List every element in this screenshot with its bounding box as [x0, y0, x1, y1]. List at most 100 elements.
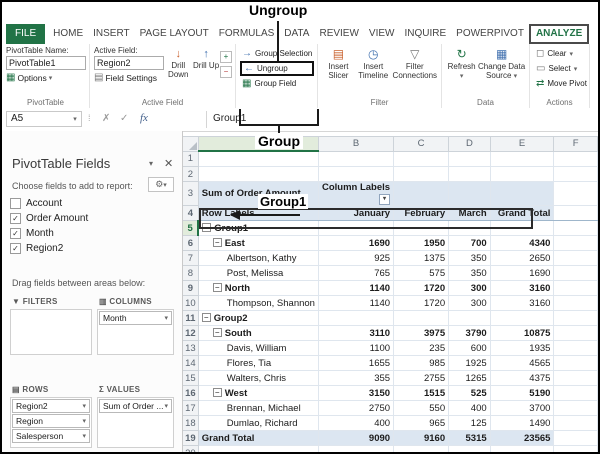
cell-C7[interactable]: 1375 [393, 250, 450, 266]
cell-A11[interactable]: − Group2 [197, 310, 319, 326]
row-header-3[interactable]: 3 [182, 181, 199, 206]
collapse-button[interactable]: − [212, 282, 222, 292]
cell-C2[interactable] [393, 166, 450, 182]
cell-B2[interactable] [317, 166, 395, 182]
row-header-18[interactable]: 18 [182, 415, 199, 431]
chevron-down-icon[interactable]: ▾ [164, 402, 168, 410]
chevron-down-icon[interactable]: ▾ [164, 314, 168, 322]
cell-E17[interactable]: 3700 [489, 400, 555, 416]
cell-D5[interactable] [448, 220, 491, 236]
cell-B7[interactable]: 925 [317, 250, 395, 266]
cell-D10[interactable]: 300 [448, 295, 491, 311]
cell-D6[interactable]: 700 [448, 235, 491, 251]
ribbon-tab-view[interactable]: VIEW [364, 24, 400, 44]
values-area-box[interactable]: Sum of Order ... ▾ [97, 397, 174, 448]
cell-A5[interactable]: − Group1 [197, 220, 319, 236]
cell-F7[interactable] [553, 250, 598, 266]
field-item-account[interactable]: Account [10, 196, 174, 211]
row-header-17[interactable]: 17 [182, 400, 199, 416]
cell-E13[interactable]: 1935 [489, 340, 555, 356]
row-header-4[interactable]: 4 [182, 205, 199, 221]
cell-D9[interactable]: 300 [448, 280, 491, 296]
cell-B11[interactable] [317, 310, 395, 326]
cell-B15[interactable]: 355 [317, 370, 395, 386]
cell-D14[interactable]: 1925 [448, 355, 491, 371]
row-header-16[interactable]: 16 [182, 385, 199, 401]
cell-A13[interactable]: Davis, William [197, 340, 319, 356]
column-header-B[interactable]: B [317, 136, 395, 152]
collapse-button[interactable]: − [201, 312, 211, 322]
cell-C14[interactable]: 985 [393, 355, 450, 371]
active-field-input[interactable]: Region2 [94, 56, 165, 70]
collapse-button[interactable]: − [212, 327, 222, 337]
cell-B9[interactable]: 1140 [317, 280, 395, 296]
filter-connections-button[interactable]: ▽ Filter Connections [392, 46, 438, 96]
cell-C9[interactable]: 1720 [393, 280, 450, 296]
ribbon-tab-data[interactable]: DATA [279, 24, 314, 44]
cell-B13[interactable]: 1100 [317, 340, 395, 356]
checkbox-icon[interactable] [10, 198, 21, 209]
cell-B12[interactable]: 3110 [317, 325, 395, 341]
cell-C18[interactable]: 965 [393, 415, 450, 431]
cell-C10[interactable]: 1720 [393, 295, 450, 311]
cell-C1[interactable] [393, 150, 450, 167]
cell-C17[interactable]: 550 [393, 400, 450, 416]
insert-slicer-button[interactable]: ▤ Insert Slicer [322, 46, 355, 96]
cell-A1[interactable] [197, 150, 319, 167]
tools-button[interactable]: ⚙▾ [148, 177, 174, 192]
cell-D16[interactable]: 525 [448, 385, 491, 401]
row-header-10[interactable]: 10 [182, 295, 199, 311]
cell-A8[interactable]: Post, Melissa [197, 265, 319, 281]
ribbon-tab-powerpivot[interactable]: POWERPIVOT [451, 24, 529, 44]
cell-A15[interactable]: Walters, Chris [197, 370, 319, 386]
cell-E8[interactable]: 1690 [489, 265, 555, 281]
cell-D3[interactable] [448, 181, 491, 206]
cell-D7[interactable]: 350 [448, 250, 491, 266]
cell-F6[interactable] [553, 235, 598, 251]
column-header-E[interactable]: E [489, 136, 555, 152]
cell-E1[interactable] [489, 150, 555, 167]
chevron-down-icon[interactable]: ▾ [82, 432, 86, 440]
cell-B17[interactable]: 2750 [317, 400, 395, 416]
cell-F19[interactable] [553, 430, 598, 446]
change-data-source-button[interactable]: ▦ Change Data Source ▾ [477, 46, 526, 96]
cell-C16[interactable]: 1515 [393, 385, 450, 401]
select-all-corner[interactable] [182, 136, 199, 152]
cell-D12[interactable]: 3790 [448, 325, 491, 341]
rows-area-box[interactable]: Region2 ▾ Region ▾ Salesperson ▾ [10, 397, 92, 448]
expand-field-button[interactable]: + [219, 51, 232, 63]
collapse-button[interactable]: − [202, 222, 212, 232]
cell-C13[interactable]: 235 [393, 340, 450, 356]
cell-E14[interactable]: 4565 [489, 355, 555, 371]
cell-E10[interactable]: 3160 [489, 295, 555, 311]
field-item-region2[interactable]: ✓ Region2 [10, 241, 174, 256]
row-header-20[interactable]: 20 [182, 445, 199, 452]
column-labels-filter-icon[interactable]: ▾ [379, 194, 391, 205]
row-header-15[interactable]: 15 [182, 370, 199, 386]
ribbon-tab-insert[interactable]: INSERT [88, 24, 135, 44]
refresh-button[interactable]: ↻ Refresh ▾ [446, 46, 477, 96]
cell-E16[interactable]: 5190 [489, 385, 555, 401]
cell-D18[interactable]: 125 [448, 415, 491, 431]
formula-bar-splitter-icon[interactable]: ⁞ [88, 113, 91, 123]
field-item-month[interactable]: ✓ Month [10, 226, 174, 241]
cell-F12[interactable] [553, 325, 598, 341]
cell-B6[interactable]: 1690 [317, 235, 395, 251]
cell-A19[interactable]: Grand Total [197, 430, 319, 446]
checkbox-icon[interactable]: ✓ [10, 243, 21, 254]
cell-B18[interactable]: 400 [317, 415, 395, 431]
cell-B5[interactable] [317, 220, 395, 236]
drill-up-button[interactable]: ↑ Drill Up [192, 46, 220, 96]
cell-B10[interactable]: 1140 [317, 295, 395, 311]
cell-E7[interactable]: 2650 [489, 250, 555, 266]
cell-A17[interactable]: Brennan, Michael [197, 400, 319, 416]
row-header-19[interactable]: 19 [182, 430, 199, 446]
field-item-order-amount[interactable]: ✓ Order Amount [10, 211, 174, 226]
cell-F14[interactable] [553, 355, 598, 371]
row-header-12[interactable]: 12 [182, 325, 199, 341]
ribbon-tab-page-layout[interactable]: PAGE LAYOUT [135, 24, 214, 44]
filters-area-box[interactable] [10, 309, 92, 355]
cell-B16[interactable]: 3150 [317, 385, 395, 401]
ribbon-tab-formulas[interactable]: FORMULAS [214, 24, 280, 44]
cell-D13[interactable]: 600 [448, 340, 491, 356]
